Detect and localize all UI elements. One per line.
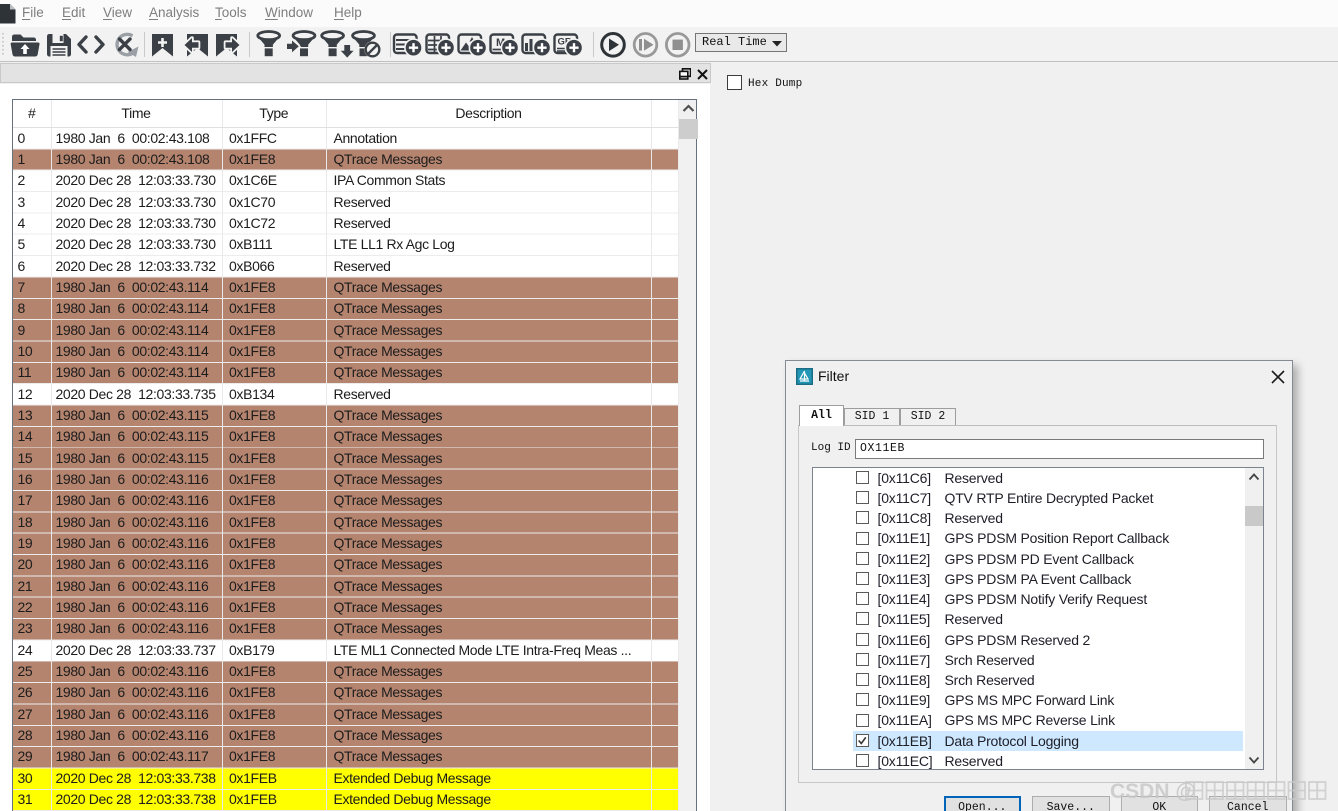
svg-text:CSDN @: CSDN @ (1110, 780, 1196, 803)
